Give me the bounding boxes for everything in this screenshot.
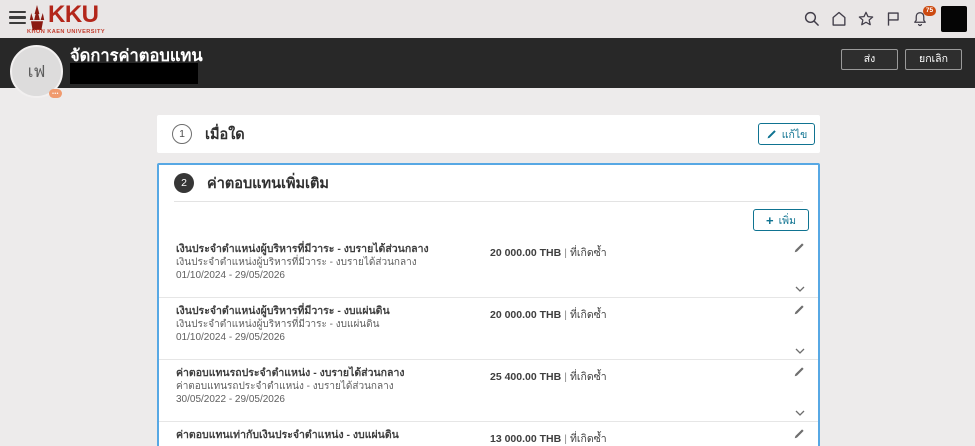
cancel-button[interactable]: ยกเลิก bbox=[905, 49, 962, 70]
logo-subtext: KHON KAEN UNIVERSITY bbox=[27, 29, 105, 35]
item-subtitle: เงินประจำตำแหน่งผู้บริหารที่มีวาระ - งบแ… bbox=[176, 319, 476, 331]
pencil-icon bbox=[766, 129, 777, 140]
item-amount: 20 000.00 THB|ที่เกิดซ้ำ bbox=[490, 244, 607, 261]
profile-avatar[interactable]: เฟ ••• bbox=[10, 45, 63, 98]
item-title: ค่าตอบแทนรถประจำตำแหน่ง - งบรายได้ส่วนกล… bbox=[176, 367, 476, 380]
kku-logo[interactable]: KKU KHON KAEN UNIVERSITY bbox=[27, 3, 112, 37]
user-avatar-image[interactable] bbox=[941, 6, 967, 32]
favorites-star-icon[interactable] bbox=[856, 10, 875, 29]
edit-item-icon[interactable] bbox=[791, 364, 807, 380]
compensation-item-4: ค่าตอบแทนเท่ากับเงินประจำตำแหน่ง - งบแผ่… bbox=[159, 422, 818, 446]
item-amount: 25 400.00 THB|ที่เกิดซ้ำ bbox=[490, 368, 607, 385]
item-subtitle: ค่าตอบแทนรถประจำตำแหน่ง - งบรายได้ส่วนกล… bbox=[176, 381, 476, 393]
edit-button[interactable]: แก้ไข bbox=[758, 123, 815, 145]
expand-chevron-icon[interactable] bbox=[793, 284, 807, 294]
app-screen: KKU KHON KAEN UNIVERSITY 75 จัดการค bbox=[0, 0, 975, 446]
top-bar: KKU KHON KAEN UNIVERSITY 75 bbox=[0, 0, 975, 38]
page-header: จัดการค่าตอบแทน ส่ง ยกเลิก bbox=[0, 38, 975, 88]
redacted-username-box bbox=[70, 63, 198, 84]
topbar-icon-group: 75 bbox=[802, 0, 967, 38]
step2-number-circle: 2 bbox=[174, 173, 194, 193]
item-amount: 20 000.00 THB|ที่เกิดซ้ำ bbox=[490, 306, 607, 323]
compensation-list: เงินประจำตำแหน่งผู้บริหารที่มีวาระ - งบร… bbox=[159, 236, 818, 446]
compensation-item-3: ค่าตอบแทนรถประจำตำแหน่ง - งบรายได้ส่วนกล… bbox=[159, 360, 818, 422]
step1-card: 1 เมื่อใด แก้ไข bbox=[157, 115, 820, 153]
send-button[interactable]: ส่ง bbox=[841, 49, 898, 70]
add-button-label: เพิ่ม bbox=[779, 212, 796, 229]
compensation-item-1: เงินประจำตำแหน่งผู้บริหารที่มีวาระ - งบร… bbox=[159, 236, 818, 298]
step2-title: ค่าตอบแทนเพิ่มเติม bbox=[207, 172, 329, 195]
expand-chevron-icon[interactable] bbox=[793, 346, 807, 356]
expand-chevron-icon[interactable] bbox=[793, 408, 807, 418]
home-icon[interactable] bbox=[829, 10, 848, 29]
kku-torch-icon bbox=[27, 5, 47, 31]
item-title: ค่าตอบแทนเท่ากับเงินประจำตำแหน่ง - งบแผ่… bbox=[176, 429, 476, 442]
item-dates: 30/05/2022 - 29/05/2026 bbox=[176, 394, 476, 406]
edit-item-icon[interactable] bbox=[791, 240, 807, 256]
item-dates: 01/10/2024 - 29/05/2026 bbox=[176, 270, 476, 282]
edit-item-icon[interactable] bbox=[791, 426, 807, 442]
add-button[interactable]: + เพิ่ม bbox=[753, 209, 809, 231]
step2-card: 2 ค่าตอบแทนเพิ่มเติม + เพิ่ม เงินประจำตำ… bbox=[157, 163, 820, 446]
notifications-bell-icon[interactable]: 75 bbox=[910, 10, 929, 29]
main-content: 1 เมื่อใด แก้ไข 2 ค่าตอบแทนเพิ่มเติม + เ… bbox=[0, 88, 975, 446]
search-icon[interactable] bbox=[802, 10, 821, 29]
logo-text: KKU bbox=[48, 1, 99, 29]
item-title: เงินประจำตำแหน่งผู้บริหารที่มีวาระ - งบแ… bbox=[176, 305, 476, 318]
avatar-initials: เฟ bbox=[28, 58, 46, 85]
flag-icon[interactable] bbox=[883, 10, 902, 29]
edit-button-label: แก้ไข bbox=[782, 126, 808, 143]
step1-number-circle: 1 bbox=[172, 124, 192, 144]
hamburger-menu-icon[interactable] bbox=[9, 11, 26, 25]
edit-item-icon[interactable] bbox=[791, 302, 807, 318]
plus-icon: + bbox=[766, 214, 774, 227]
item-title: เงินประจำตำแหน่งผู้บริหารที่มีวาระ - งบร… bbox=[176, 243, 476, 256]
step1-title: เมื่อใด bbox=[205, 123, 245, 146]
item-amount: 13 000.00 THB|ที่เกิดซ้ำ bbox=[490, 430, 607, 446]
notification-count-badge: 75 bbox=[923, 6, 936, 16]
item-subtitle: เงินประจำตำแหน่งผู้บริหารที่มีวาระ - งบร… bbox=[176, 257, 476, 269]
item-dates: 01/10/2024 - 29/05/2026 bbox=[176, 332, 476, 344]
avatar-status-badge: ••• bbox=[49, 89, 62, 98]
compensation-item-2: เงินประจำตำแหน่งผู้บริหารที่มีวาระ - งบแ… bbox=[159, 298, 818, 360]
